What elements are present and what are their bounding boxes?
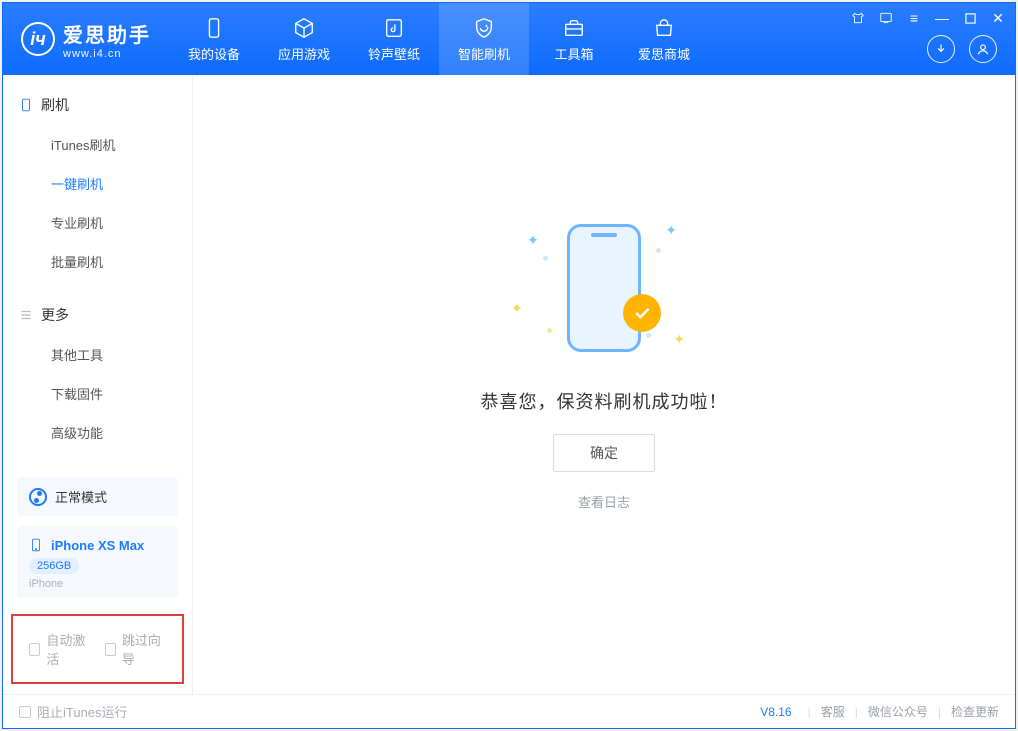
window-controls: ≡ — ✕ (849, 9, 1007, 27)
checkbox-box (29, 643, 40, 656)
statusbar-right: V8.16 | 客服 | 微信公众号 | 检查更新 (760, 703, 999, 720)
sparkle-icon: ✦ (665, 222, 677, 239)
tab-apps-games[interactable]: 应用游戏 (259, 3, 349, 75)
user-actions (927, 35, 997, 63)
device-icon (202, 16, 226, 40)
status-link-update[interactable]: 检查更新 (951, 703, 999, 720)
mode-label: 正常模式 (55, 487, 107, 506)
sidebar-group-more: 更多 其他工具 下载固件 高级功能 (3, 285, 192, 456)
menu-icon[interactable]: ≡ (905, 9, 923, 27)
sparkle-icon: ✦ (527, 232, 539, 249)
device-name: iPhone XS Max (51, 538, 144, 553)
tab-smart-flash[interactable]: 智能刷机 (439, 3, 529, 75)
sidebar-item-pro-flash[interactable]: 专业刷机 (3, 203, 192, 242)
toolbox-icon (562, 16, 586, 40)
mode-icon (29, 488, 47, 506)
app-logo: iч 爱思助手 www.i4.cn (3, 19, 163, 60)
minimize-button[interactable]: — (933, 9, 951, 27)
phone-graphic (567, 224, 641, 352)
sidebar-item-batch-flash[interactable]: 批量刷机 (3, 242, 192, 281)
checkbox-label: 跳过向导 (122, 630, 166, 668)
titlebar: iч 爱思助手 www.i4.cn 我的设备 应用游戏 铃声壁纸 智能刷机 (3, 3, 1015, 75)
sidebar-item-other-tools[interactable]: 其他工具 (3, 335, 192, 374)
checkbox-skip-guide[interactable]: 跳过向导 (105, 630, 167, 668)
sidebar-item-advanced[interactable]: 高级功能 (3, 413, 192, 452)
checkbox-label: 自动激活 (46, 630, 90, 668)
app-window: iч 爱思助手 www.i4.cn 我的设备 应用游戏 铃声壁纸 智能刷机 (2, 2, 1016, 729)
tab-label: 爱思商城 (638, 44, 690, 63)
tab-label: 智能刷机 (458, 44, 510, 63)
tab-label: 工具箱 (554, 44, 593, 63)
device-type: iPhone (29, 578, 63, 590)
sidebar-group-flash: 刷机 iTunes刷机 一键刷机 专业刷机 批量刷机 (3, 75, 192, 285)
sidebar-item-oneclick-flash[interactable]: 一键刷机 (3, 164, 192, 203)
group-head-flash: 刷机 (3, 89, 192, 125)
store-icon (652, 16, 676, 40)
phone-outline-icon (19, 98, 33, 112)
feedback-icon[interactable] (877, 9, 895, 27)
music-icon (382, 16, 406, 40)
checkbox-block-itunes[interactable]: 阻止iTunes运行 (19, 702, 128, 721)
tab-label: 铃声壁纸 (368, 44, 420, 63)
highlighted-checkbox-row: 自动激活 跳过向导 (11, 614, 184, 684)
checkbox-box (105, 643, 116, 656)
ok-button[interactable]: 确定 (553, 434, 655, 472)
sidebar-item-download-firmware[interactable]: 下载固件 (3, 374, 192, 413)
tab-ringtone-wallpaper[interactable]: 铃声壁纸 (349, 3, 439, 75)
main-content: ✦ ✦ ✦ ✦ 恭喜您，保资料刷机成功啦！ 确定 查看日志 (193, 75, 1015, 694)
body: 刷机 iTunes刷机 一键刷机 专业刷机 批量刷机 更多 其他工具 下载固件 … (3, 75, 1015, 694)
list-icon (19, 308, 33, 322)
device-storage: 256GB (29, 558, 79, 574)
success-panel: ✦ ✦ ✦ ✦ 恭喜您，保资料刷机成功啦！ 确定 查看日志 (481, 208, 728, 511)
sidebar: 刷机 iTunes刷机 一键刷机 专业刷机 批量刷机 更多 其他工具 下载固件 … (3, 75, 193, 694)
logo-icon: iч (21, 22, 55, 56)
download-button[interactable] (927, 35, 955, 63)
cube-icon (292, 16, 316, 40)
checkbox-box (19, 706, 31, 718)
shield-refresh-icon (472, 16, 496, 40)
view-log-link[interactable]: 查看日志 (578, 492, 630, 511)
device-phone-icon (29, 536, 43, 554)
check-badge-icon (623, 294, 661, 332)
main-tabs: 我的设备 应用游戏 铃声壁纸 智能刷机 工具箱 爱思商城 (169, 3, 709, 75)
shirt-icon[interactable] (849, 9, 867, 27)
close-button[interactable]: ✕ (989, 9, 1007, 27)
tab-label: 应用游戏 (278, 44, 330, 63)
sidebar-item-itunes-flash[interactable]: iTunes刷机 (3, 125, 192, 164)
status-link-wechat[interactable]: 微信公众号 (868, 703, 928, 720)
success-illustration: ✦ ✦ ✦ ✦ (499, 208, 709, 368)
checkbox-label: 阻止iTunes运行 (37, 702, 128, 721)
group-head-more: 更多 (3, 299, 192, 335)
device-panel: 正常模式 iPhone XS Max 256GB iPhone (3, 467, 192, 608)
app-url: www.i4.cn (63, 48, 151, 60)
status-link-support[interactable]: 客服 (821, 703, 845, 720)
tab-label: 我的设备 (188, 44, 240, 63)
group-title: 更多 (41, 305, 69, 325)
app-name: 爱思助手 (63, 19, 151, 48)
account-button[interactable] (969, 35, 997, 63)
tab-my-device[interactable]: 我的设备 (169, 3, 259, 75)
sparkle-icon: ✦ (511, 300, 523, 317)
version-label: V8.16 (760, 705, 791, 719)
checkbox-auto-activate[interactable]: 自动激活 (29, 630, 91, 668)
statusbar: 阻止iTunes运行 V8.16 | 客服 | 微信公众号 | 检查更新 (3, 694, 1015, 728)
mode-row[interactable]: 正常模式 (17, 477, 178, 516)
maximize-button[interactable] (961, 9, 979, 27)
tab-toolbox[interactable]: 工具箱 (529, 3, 619, 75)
tab-store[interactable]: 爱思商城 (619, 3, 709, 75)
sparkle-icon: ✦ (673, 331, 685, 348)
device-row[interactable]: iPhone XS Max 256GB iPhone (17, 526, 178, 598)
success-message: 恭喜您，保资料刷机成功啦！ (481, 388, 728, 414)
group-title: 刷机 (41, 95, 69, 115)
